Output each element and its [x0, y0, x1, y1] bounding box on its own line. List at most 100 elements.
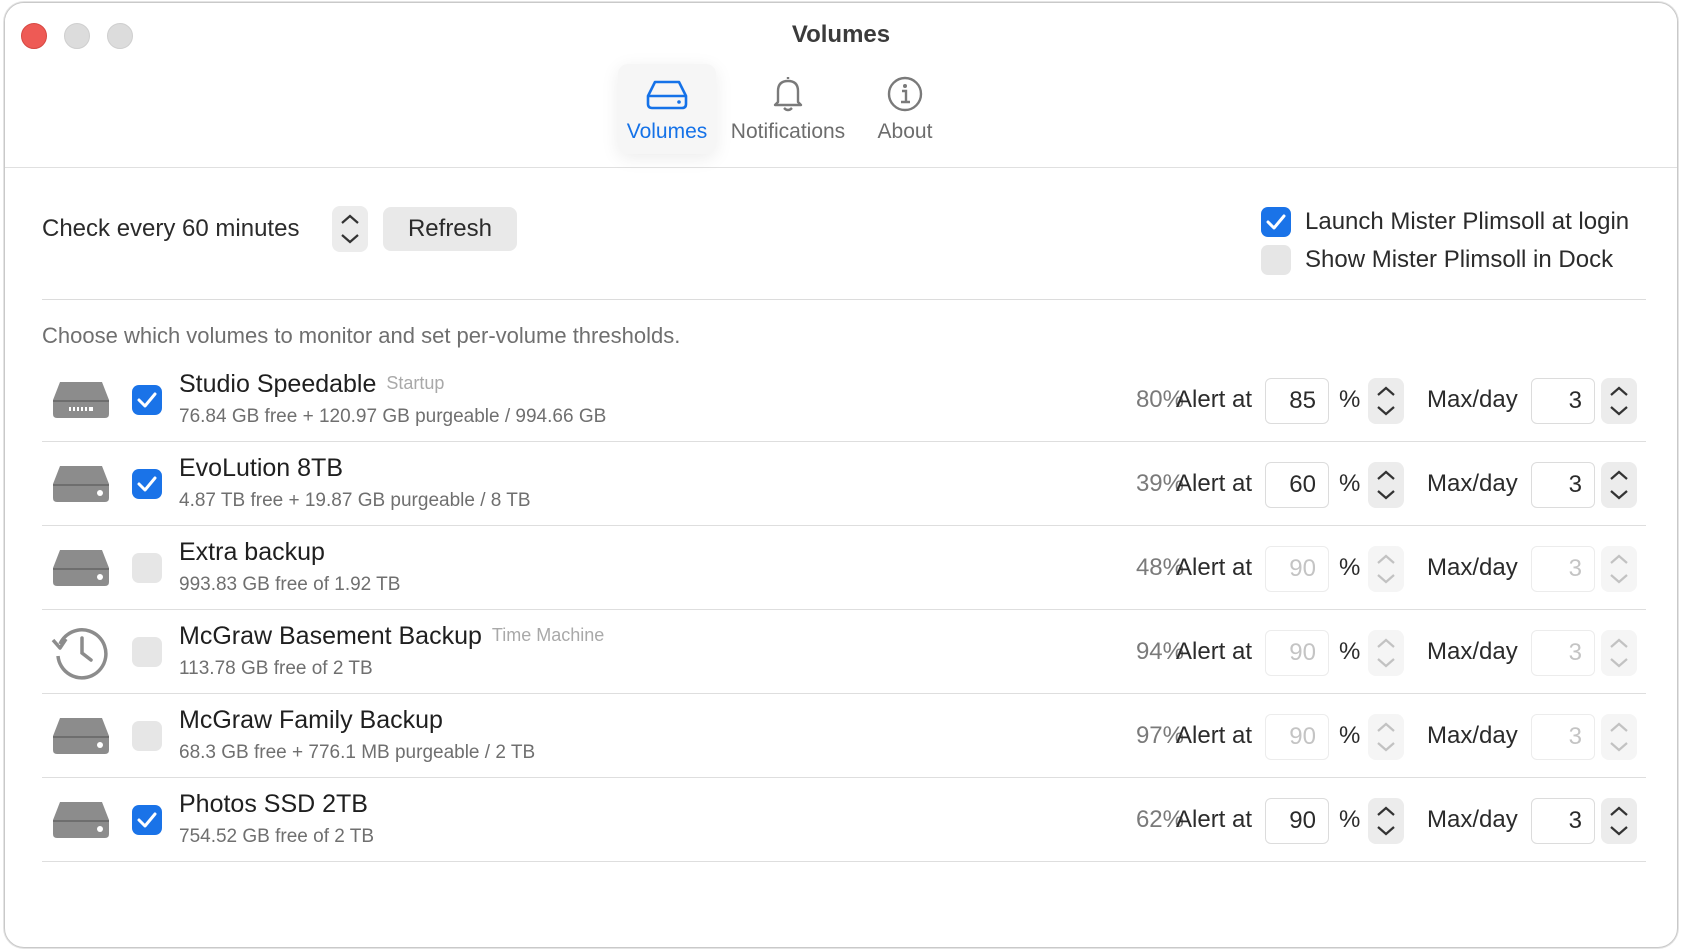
max-per-day-field[interactable]: 3: [1531, 546, 1595, 592]
max-per-day-stepper[interactable]: [1601, 798, 1637, 844]
max-per-day-label: Max/day: [1427, 806, 1518, 833]
stepper-arrows-icon: [1377, 638, 1395, 668]
toolbar: Volumes Volumes Notifications About: [5, 3, 1677, 168]
volume-name: McGraw Family Backup: [179, 706, 443, 734]
max-per-day-stepper[interactable]: [1601, 462, 1637, 508]
row-divider: [42, 861, 1646, 862]
monitor-checkbox[interactable]: [132, 721, 162, 751]
volume-details: 754.52 GB free of 2 TB: [179, 826, 375, 847]
refresh-button[interactable]: Refresh: [383, 207, 517, 251]
time-machine-icon: [51, 628, 108, 680]
alert-threshold-field[interactable]: 90: [1265, 714, 1329, 760]
external-drive-icon: [53, 550, 109, 586]
alert-threshold-stepper[interactable]: [1368, 546, 1404, 592]
volume-row: McGraw Basement Backup Time Machine 113.7…: [42, 610, 1646, 694]
volume-name-line: EvoLution 8TB: [179, 454, 353, 483]
max-per-day-field[interactable]: 3: [1531, 630, 1595, 676]
preferences-window: Volumes Volumes Notifications About Chec…: [4, 2, 1678, 948]
alert-at-label: Alert at: [1176, 806, 1253, 833]
volume-row: McGraw Family Backup 68.3 GB free + 776.…: [42, 694, 1646, 778]
checkmark-icon: [137, 476, 157, 492]
check-interval-stepper[interactable]: [332, 206, 368, 252]
alert-threshold-stepper[interactable]: [1368, 630, 1404, 676]
volume-used-percent: 48%: [1135, 554, 1184, 581]
max-per-day-field[interactable]: 3: [1531, 462, 1595, 508]
volume-name-line: McGraw Basement Backup Time Machine: [179, 622, 604, 651]
alert-threshold-field[interactable]: 90: [1265, 798, 1329, 844]
tab-notifications-label: Notifications: [730, 120, 846, 143]
stepper-arrows-icon: [1610, 722, 1628, 752]
volume-name: Studio Speedable: [179, 370, 377, 398]
stepper-arrows-icon: [1377, 806, 1395, 836]
max-per-day-label: Max/day: [1427, 722, 1518, 749]
volume-used-percent: 62%: [1135, 806, 1184, 833]
window-title: Volumes: [791, 21, 891, 48]
stepper-arrows-icon: [1610, 806, 1628, 836]
max-per-day-label: Max/day: [1427, 386, 1518, 413]
volume-name: Extra backup: [179, 538, 325, 566]
launch-at-login-checkbox[interactable]: [1261, 207, 1291, 237]
divider: [42, 299, 1646, 300]
monitor-checkbox[interactable]: [132, 637, 162, 667]
monitor-checkbox[interactable]: [132, 553, 162, 583]
volume-tag: Startup: [386, 373, 445, 393]
tab-notifications[interactable]: Notifications: [728, 64, 848, 154]
volume-row: Studio Speedable Startup 76.84 GB free + …: [42, 358, 1646, 442]
percent-sign: %: [1339, 806, 1361, 833]
percent-sign: %: [1339, 638, 1361, 665]
max-per-day-field[interactable]: 3: [1531, 714, 1595, 760]
check-interval-label: Check every 60 minutes: [42, 215, 300, 242]
alert-threshold-field[interactable]: 90: [1265, 546, 1329, 592]
max-per-day-stepper[interactable]: [1601, 714, 1637, 760]
stepper-arrows-icon: [1377, 554, 1395, 584]
volume-used-percent: 97%: [1135, 722, 1184, 749]
monitor-checkbox[interactable]: [132, 385, 162, 415]
stepper-arrows-icon: [341, 214, 359, 244]
drive-icon: [646, 80, 688, 110]
tab-about[interactable]: About: [862, 64, 948, 154]
stepper-arrows-icon: [1377, 722, 1395, 752]
monitor-checkbox[interactable]: [132, 805, 162, 835]
launch-at-login-label: Launch Mister Plimsoll at login: [1305, 208, 1630, 235]
checkmark-icon: [137, 812, 157, 828]
percent-sign: %: [1339, 722, 1361, 749]
tab-volumes[interactable]: Volumes: [618, 64, 716, 154]
checkmark-icon: [137, 392, 157, 408]
volume-used-percent: 80%: [1135, 386, 1184, 413]
stepper-arrows-icon: [1610, 638, 1628, 668]
volume-name: Photos SSD 2TB: [179, 790, 368, 818]
volume-row: Extra backup 993.83 GB free of 1.92 TB 4…: [42, 526, 1646, 610]
external-drive-icon: [53, 802, 109, 838]
external-drive-icon: [53, 718, 109, 754]
volume-name-line: McGraw Family Backup: [179, 706, 453, 735]
alert-threshold-stepper[interactable]: [1368, 378, 1404, 424]
alert-threshold-stepper[interactable]: [1368, 714, 1404, 760]
max-per-day-field[interactable]: 3: [1531, 378, 1595, 424]
stepper-arrows-icon: [1610, 554, 1628, 584]
percent-sign: %: [1339, 554, 1361, 581]
alert-threshold-field[interactable]: 85: [1265, 378, 1329, 424]
percent-sign: %: [1339, 386, 1361, 413]
alert-threshold-stepper[interactable]: [1368, 462, 1404, 508]
volume-used-percent: 94%: [1135, 638, 1184, 665]
max-per-day-stepper[interactable]: [1601, 378, 1637, 424]
alert-threshold-stepper[interactable]: [1368, 798, 1404, 844]
tab-about-label: About: [877, 120, 933, 143]
stepper-arrows-icon: [1377, 386, 1395, 416]
volume-details: 68.3 GB free + 776.1 MB purgeable / 2 TB: [179, 742, 536, 763]
volume-name-line: Studio Speedable Startup: [179, 370, 444, 399]
volume-name: McGraw Basement Backup: [179, 622, 482, 650]
volume-name-line: Extra backup: [179, 538, 335, 567]
max-per-day-stepper[interactable]: [1601, 630, 1637, 676]
show-in-dock-label: Show Mister Plimsoll in Dock: [1305, 246, 1614, 273]
max-per-day-stepper[interactable]: [1601, 546, 1637, 592]
alert-at-label: Alert at: [1176, 638, 1253, 665]
stepper-arrows-icon: [1610, 470, 1628, 500]
percent-sign: %: [1339, 470, 1361, 497]
alert-threshold-field[interactable]: 90: [1265, 630, 1329, 676]
monitor-checkbox[interactable]: [132, 469, 162, 499]
volume-details: 113.78 GB free of 2 TB: [179, 658, 373, 679]
show-in-dock-checkbox[interactable]: [1261, 245, 1291, 275]
max-per-day-field[interactable]: 3: [1531, 798, 1595, 844]
alert-threshold-field[interactable]: 60: [1265, 462, 1329, 508]
